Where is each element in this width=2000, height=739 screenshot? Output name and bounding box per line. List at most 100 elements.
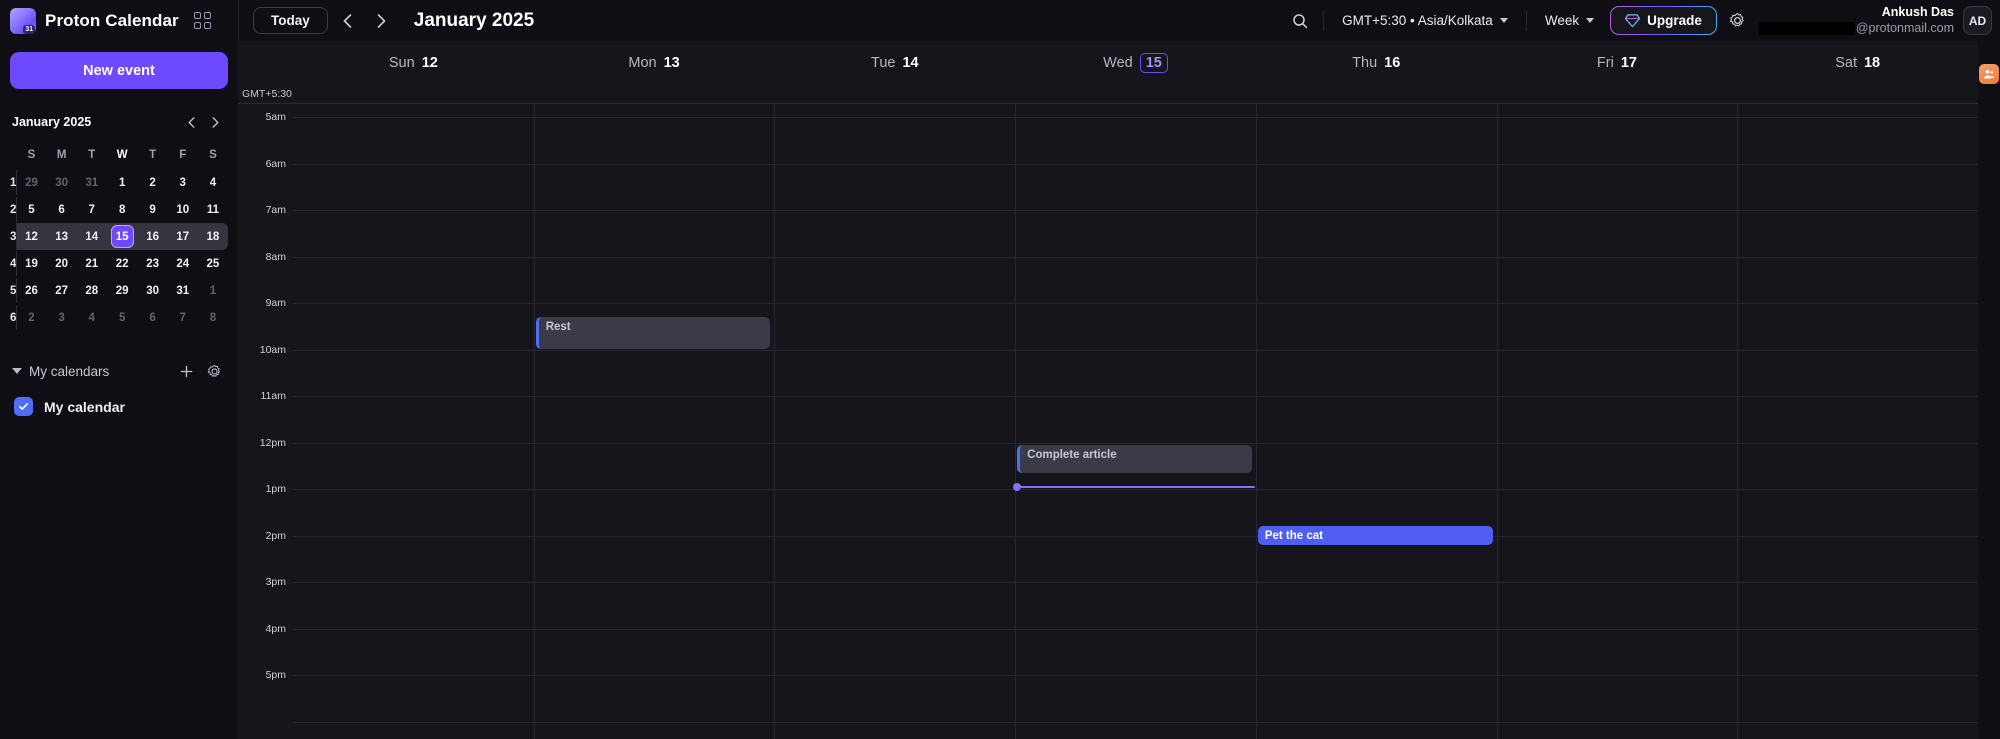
mini-calendar-day[interactable]: 1 bbox=[107, 169, 138, 196]
mini-calendar-week-number[interactable]: 3 bbox=[10, 223, 18, 250]
hour-label: 8am bbox=[265, 250, 286, 263]
mini-calendar-day[interactable]: 8 bbox=[107, 196, 138, 223]
mini-calendar-day[interactable]: 30 bbox=[138, 277, 168, 304]
chevron-left-icon bbox=[343, 13, 352, 28]
mini-calendar-week-number[interactable]: 6 bbox=[10, 304, 18, 331]
mini-calendar-next-button[interactable] bbox=[204, 111, 226, 133]
mini-calendar-day[interactable]: 2 bbox=[16, 304, 46, 331]
add-calendar-button[interactable] bbox=[174, 359, 198, 383]
day-header-mon[interactable]: Mon 13 bbox=[534, 41, 775, 85]
mini-calendar-day[interactable]: 17 bbox=[167, 223, 198, 250]
mini-calendar-prev-button[interactable] bbox=[180, 111, 202, 133]
mini-calendar-week-number[interactable]: 4 bbox=[10, 250, 18, 277]
mini-calendar-day[interactable]: 31 bbox=[77, 169, 107, 196]
hour-gridline bbox=[293, 396, 1978, 397]
day-header-date: 17 bbox=[1620, 55, 1637, 71]
day-header-date: 16 bbox=[1384, 55, 1401, 71]
timezone-selector[interactable]: GMT+5:30 • Asia/Kolkata bbox=[1332, 8, 1518, 33]
day-header-sat[interactable]: Sat 18 bbox=[1737, 41, 1978, 85]
mini-calendar-day[interactable]: 21 bbox=[77, 250, 107, 277]
mini-calendar-day[interactable]: 7 bbox=[168, 304, 198, 331]
mini-calendar-day[interactable]: 29 bbox=[107, 277, 138, 304]
mini-calendar-week-number[interactable]: 2 bbox=[10, 196, 18, 223]
day-header-wed[interactable]: Wed 15 bbox=[1015, 41, 1256, 85]
mini-calendar-day[interactable]: 3 bbox=[168, 169, 198, 196]
mini-calendar-day[interactable]: 6 bbox=[47, 196, 77, 223]
chevron-down-icon[interactable] bbox=[12, 368, 22, 374]
new-event-button[interactable]: New event bbox=[10, 52, 228, 89]
mini-calendar-day[interactable]: 18 bbox=[197, 223, 228, 250]
mini-calendar-week-number[interactable]: 5 bbox=[10, 277, 18, 304]
mini-calendar-day[interactable]: 1 bbox=[198, 277, 228, 304]
mini-calendar-week-row[interactable]: 62345678 bbox=[10, 304, 228, 331]
mini-calendar-day[interactable]: 8 bbox=[198, 304, 228, 331]
mini-calendar-day[interactable]: 26 bbox=[16, 277, 46, 304]
mini-calendar-day[interactable]: 19 bbox=[16, 250, 46, 277]
mini-calendar-day[interactable]: 2 bbox=[138, 169, 168, 196]
mini-calendar-day[interactable]: 7 bbox=[77, 196, 107, 223]
mini-calendar-day[interactable]: 30 bbox=[47, 169, 77, 196]
mini-calendar-day[interactable]: 3 bbox=[47, 304, 77, 331]
mini-calendar-week-row[interactable]: 1 29 30 31 1 2 3 4 bbox=[10, 169, 228, 196]
mini-calendar-day[interactable]: 4 bbox=[77, 304, 107, 331]
grid-area[interactable]: Rest Complete article Pet the cat bbox=[293, 104, 1978, 739]
mini-calendar-day[interactable]: 16 bbox=[137, 223, 168, 250]
search-button[interactable] bbox=[1285, 6, 1315, 36]
mini-calendar-day[interactable]: 6 bbox=[138, 304, 168, 331]
mini-calendar-day[interactable]: 4 bbox=[198, 169, 228, 196]
mini-calendar-day[interactable]: 31 bbox=[168, 277, 198, 304]
calendar-event[interactable]: Pet the cat bbox=[1257, 526, 1493, 545]
calendar-event[interactable]: Complete article bbox=[1017, 444, 1252, 473]
mini-calendar-week-number[interactable]: 1 bbox=[10, 169, 18, 196]
next-period-button[interactable] bbox=[368, 7, 396, 35]
diamond-icon bbox=[1625, 14, 1641, 28]
mini-calendar: SMTWTFS 1 29 30 31 1 2 3 4 2 5 6 7 8 9 10 11 3 12 13 14 15 16… bbox=[10, 142, 228, 331]
hour-gridline bbox=[293, 117, 1978, 118]
calendar-visibility-checkbox[interactable] bbox=[14, 397, 33, 416]
mini-calendar-day[interactable]: 9 bbox=[138, 196, 168, 223]
day-header-sun[interactable]: Sun 12 bbox=[293, 41, 534, 85]
mini-calendar-day[interactable]: 13 bbox=[46, 223, 77, 250]
mini-calendar-day[interactable]: 20 bbox=[47, 250, 77, 277]
mini-calendar-week-row[interactable]: 5 26 27 28 29 30 31 1 bbox=[10, 277, 228, 304]
mini-calendar-day[interactable]: 14 bbox=[76, 223, 107, 250]
calendar-list-item[interactable]: My calendar bbox=[10, 397, 228, 416]
calendar-settings-button[interactable] bbox=[202, 359, 226, 383]
mini-calendar-day[interactable]: 5 bbox=[16, 196, 46, 223]
mini-calendar-week-row[interactable]: 4 19 20 21 22 23 24 25 bbox=[10, 250, 228, 277]
day-header-date: 12 bbox=[421, 55, 438, 71]
my-calendars-header: My calendars bbox=[10, 359, 228, 383]
mini-calendar-day[interactable]: 27 bbox=[47, 277, 77, 304]
mini-calendar-week-row[interactable]: 2 5 6 7 8 9 10 11 bbox=[10, 196, 228, 223]
previous-period-button[interactable] bbox=[334, 7, 362, 35]
upgrade-button[interactable]: Upgrade bbox=[1610, 6, 1717, 35]
mini-calendar-day[interactable]: 11 bbox=[198, 196, 228, 223]
mini-calendar-day[interactable]: 29 bbox=[16, 169, 46, 196]
settings-button[interactable] bbox=[1723, 6, 1753, 36]
apps-grid-icon[interactable] bbox=[193, 12, 211, 29]
mini-calendar-week-row[interactable]: 3 12 13 14 15 16 17 18 bbox=[10, 223, 228, 250]
mini-calendar-day[interactable]: 22 bbox=[107, 250, 138, 277]
mini-calendar-day[interactable]: 25 bbox=[198, 250, 228, 277]
mini-calendar-day[interactable]: 12 bbox=[16, 223, 47, 250]
upgrade-label: Upgrade bbox=[1647, 13, 1702, 28]
day-header-fri[interactable]: Fri 17 bbox=[1497, 41, 1738, 85]
calendar-event[interactable]: Rest bbox=[535, 316, 771, 350]
account-menu[interactable]: Ankush Das @protonmail.com AD bbox=[1753, 5, 1992, 36]
mini-calendar-day[interactable]: 24 bbox=[168, 250, 198, 277]
avatar[interactable]: AD bbox=[1963, 6, 1992, 35]
hour-label: 5am bbox=[265, 111, 286, 123]
day-header-tue[interactable]: Tue 14 bbox=[774, 41, 1015, 85]
mini-calendar-day[interactable]: 10 bbox=[168, 196, 198, 223]
mini-calendar-day[interactable]: 5 bbox=[107, 304, 138, 331]
contacts-icon[interactable] bbox=[1979, 64, 1999, 84]
mini-calendar-day[interactable]: 28 bbox=[77, 277, 107, 304]
view-selector[interactable]: Week bbox=[1535, 8, 1604, 33]
view-label: Week bbox=[1544, 13, 1580, 28]
mini-calendar-day-today[interactable]: 15 bbox=[106, 223, 138, 250]
today-button[interactable]: Today bbox=[253, 7, 328, 34]
mini-calendar-day[interactable]: 23 bbox=[138, 250, 168, 277]
redacted-email-local-part bbox=[1758, 21, 1855, 35]
time-grid[interactable]: 5am 6am 7am 8am 9am 10am 11am 12pm 1pm 2pm 3pm 4pm 5… bbox=[238, 104, 1978, 739]
day-header-thu[interactable]: Thu 16 bbox=[1256, 41, 1497, 85]
